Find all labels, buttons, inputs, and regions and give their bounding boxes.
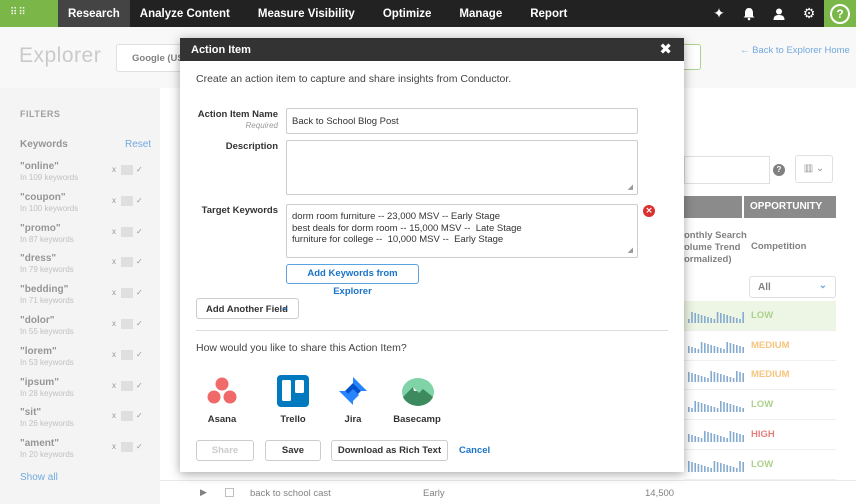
conductor-logo[interactable]: ⠿⠿ [0,0,58,27]
user-icon[interactable] [764,0,794,27]
action-item-name-label: Action Item Name [197,109,278,120]
description-textarea[interactable]: ◢ [286,140,638,195]
share-target-name: Basecamp [393,414,441,425]
resize-handle-icon[interactable]: ◢ [628,246,633,254]
download-rich-text-button[interactable]: Download as Rich Text [331,440,448,461]
target-keywords-label: Target Keywords [201,205,278,216]
add-another-field-button[interactable]: Add Another Field ⌄ [196,298,299,319]
nav-measure-visibility[interactable]: Measure Visibility [248,0,365,27]
share-button[interactable]: Share [196,440,254,461]
divider [196,330,668,331]
share-jira[interactable]: Jira [328,375,378,425]
share-target-name: Jira [344,414,362,425]
basecamp-icon [401,375,434,407]
nav-research[interactable]: Research [58,0,130,27]
magic-wand-icon[interactable]: ✦ [704,0,734,27]
close-icon[interactable]: ✖ [659,40,672,58]
share-asana[interactable]: Asana [197,375,247,425]
share-target-name: Trello [280,414,306,425]
share-trello[interactable]: Trello [268,375,318,425]
share-question: How would you like to share this Action … [196,342,407,354]
cancel-link[interactable]: Cancel [459,445,490,456]
top-nav: ⠿⠿ Research Analyze Content Measure Visi… [0,0,856,27]
target-keywords-textarea[interactable]: dorm room furniture -- 23,000 MSV -- Ear… [286,204,638,258]
remove-keywords-icon[interactable]: × [643,205,655,217]
add-keywords-from-explorer-button[interactable]: Add Keywords from Explorer [286,264,419,297]
target-keyword-line: furniture for college -- 10,000 MSV -- E… [292,234,504,245]
description-label: Description [225,141,278,152]
modal-title: Action Item [191,44,251,56]
target-keyword-line: best deals for dorm room -- 15,000 MSV -… [292,222,522,234]
chevron-down-icon: ⌄ [280,302,289,313]
add-field-label: Add Another Field [206,304,288,315]
target-keyword-line: dorm room furniture -- 23,000 MSV -- Ear… [292,211,501,222]
nav-optimize[interactable]: Optimize [373,0,442,27]
jira-icon [337,375,369,407]
bell-icon[interactable] [734,0,764,27]
help-icon[interactable]: ? [824,0,856,27]
share-basecamp[interactable]: Basecamp [392,375,442,425]
action-item-name-input[interactable]: Back to School Blog Post [286,108,638,134]
trello-icon [277,375,309,407]
share-target-name: Asana [207,414,237,425]
nav-report[interactable]: Report [520,0,577,27]
nav-analyze-content[interactable]: Analyze Content [130,0,240,27]
resize-handle-icon[interactable]: ◢ [628,183,633,191]
modal-header: Action Item ✖ [180,38,684,61]
save-button[interactable]: Save [265,440,321,461]
asana-icon [206,375,238,407]
modal-intro: Create an action item to capture and sha… [196,73,512,85]
action-item-modal: Action Item ✖ Create an action item to c… [180,38,684,472]
gear-icon[interactable]: ⚙ [794,0,824,27]
required-label: Required [245,121,278,130]
nav-manage[interactable]: Manage [449,0,512,27]
